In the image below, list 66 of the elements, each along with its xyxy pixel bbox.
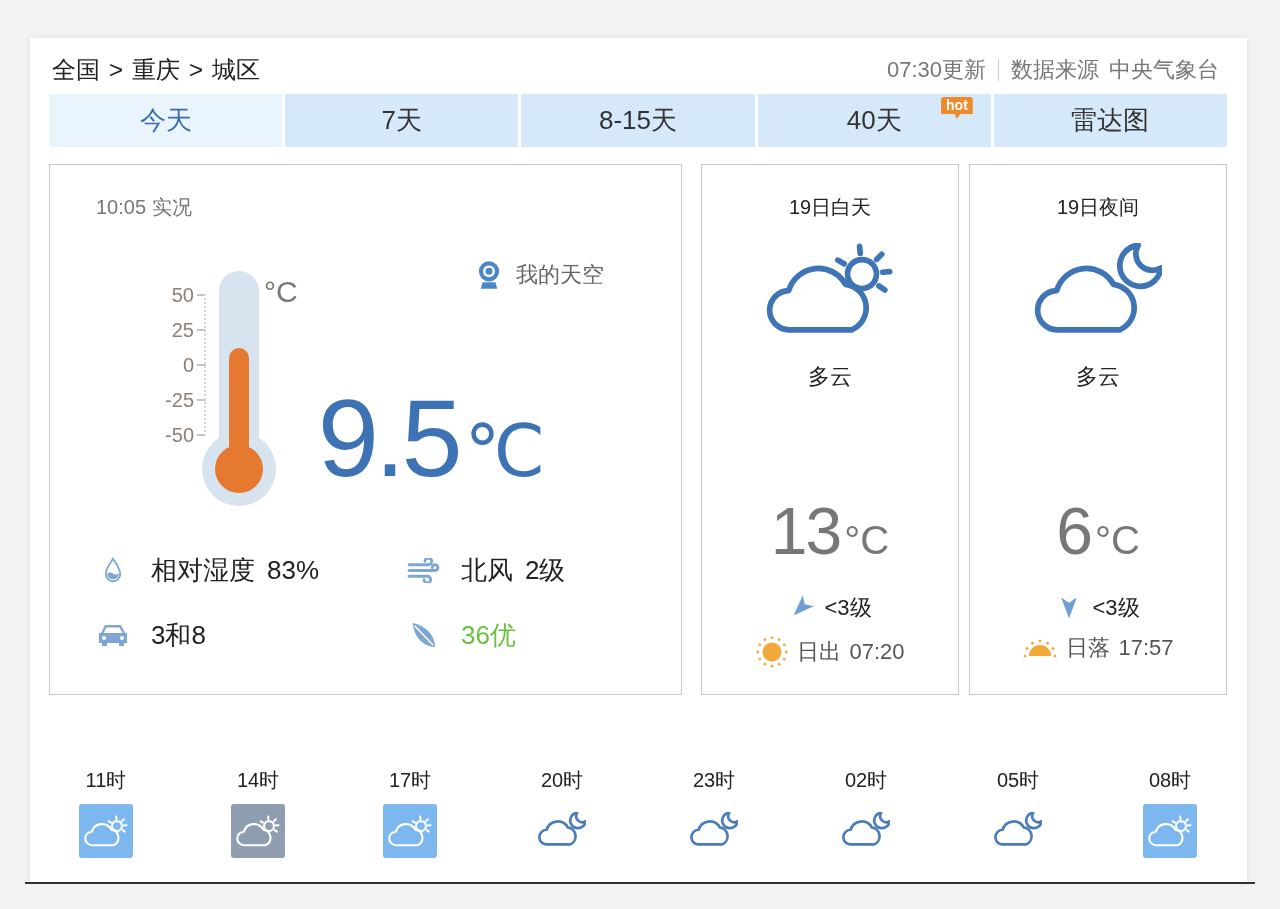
- breadcrumb-separator: >: [189, 56, 204, 84]
- source-label: 数据来源: [1011, 56, 1099, 84]
- hour-label: 02时: [844, 768, 888, 792]
- cloud-moon-icon: [994, 812, 1042, 846]
- sun-event-label: 日落: [1066, 635, 1111, 661]
- cloud-moon-icon: [690, 812, 738, 846]
- tab[interactable]: 今天: [49, 94, 283, 147]
- water-drop-icon: [104, 557, 122, 583]
- hour-label: 05时: [996, 768, 1040, 792]
- scale-label: -25: [165, 387, 194, 413]
- hot-badge: hot: [941, 97, 973, 119]
- observation-time: 10:05: [96, 195, 147, 219]
- weather-condition: 多云: [1076, 364, 1120, 390]
- scale-label: 25: [171, 317, 194, 343]
- source-name: 中央气象台: [1109, 56, 1219, 84]
- current-temperature: 9.5: [317, 382, 459, 494]
- hour-label: 08时: [1148, 768, 1192, 792]
- breadcrumb-separator: >: [109, 56, 123, 84]
- temperature-unit: ℃: [464, 410, 546, 493]
- wind-level: <3级: [824, 595, 872, 621]
- hour-label: 17时: [388, 768, 432, 792]
- hour-label: 20时: [540, 768, 584, 792]
- scale-label: -50: [165, 422, 194, 448]
- forecast-temperature: 6: [1056, 496, 1091, 566]
- cloud-moon-icon: [1034, 243, 1162, 334]
- wind-level: <3级: [1092, 595, 1140, 621]
- sun-event-time: 17:57: [1118, 635, 1174, 661]
- stat-label: 相对湿度: [151, 553, 255, 587]
- period-title: 19日白天: [788, 195, 872, 219]
- update-time: 07:30更新: [886, 56, 986, 84]
- cloud-sun-icon: [766, 243, 894, 334]
- cloud-moon-icon: [842, 812, 890, 846]
- stat-label: 北风: [461, 553, 513, 587]
- sun-event-label: 日出: [797, 639, 842, 665]
- temperature-unit: °C: [844, 517, 890, 564]
- temperature-unit: °C: [1094, 517, 1140, 564]
- webcam-icon: [478, 261, 500, 289]
- period-title: 19日夜间: [1056, 195, 1140, 219]
- sun-icon: [755, 635, 790, 669]
- tab[interactable]: 8-15天: [521, 94, 755, 147]
- stat-value: 2级: [525, 553, 566, 587]
- tab[interactable]: 40天 hot: [757, 94, 991, 147]
- sun-event-time: 07:20: [849, 639, 905, 665]
- car-icon: [97, 623, 129, 647]
- my-sky-link[interactable]: 我的天空: [478, 261, 604, 289]
- cloud-moon-icon: [538, 812, 586, 846]
- forecast-temperature: 13: [770, 496, 841, 566]
- tab[interactable]: 7天: [285, 94, 519, 147]
- tab[interactable]: 雷达图: [993, 94, 1227, 147]
- weather-condition: 多云: [808, 364, 852, 390]
- hour-label: 23时: [692, 768, 736, 792]
- observation-label: 实况: [152, 195, 193, 219]
- stat-value: 36优: [461, 618, 516, 652]
- wind-icon: [406, 557, 440, 583]
- leaf-icon: [410, 622, 436, 648]
- stat-value: 83%: [267, 554, 320, 586]
- scale-label: 0: [182, 352, 194, 378]
- stat-value: 3和8: [151, 618, 206, 652]
- scale-label: 50: [171, 282, 194, 308]
- hour-label: 11时: [85, 768, 127, 792]
- scale-unit: °C: [264, 277, 298, 307]
- breadcrumb-link[interactable]: 重庆: [132, 54, 180, 86]
- breadcrumb-link[interactable]: 城区: [212, 54, 261, 86]
- hour-label: 14时: [236, 768, 280, 792]
- sunset-icon: [1022, 638, 1059, 658]
- breadcrumb-link[interactable]: 全国: [52, 54, 100, 86]
